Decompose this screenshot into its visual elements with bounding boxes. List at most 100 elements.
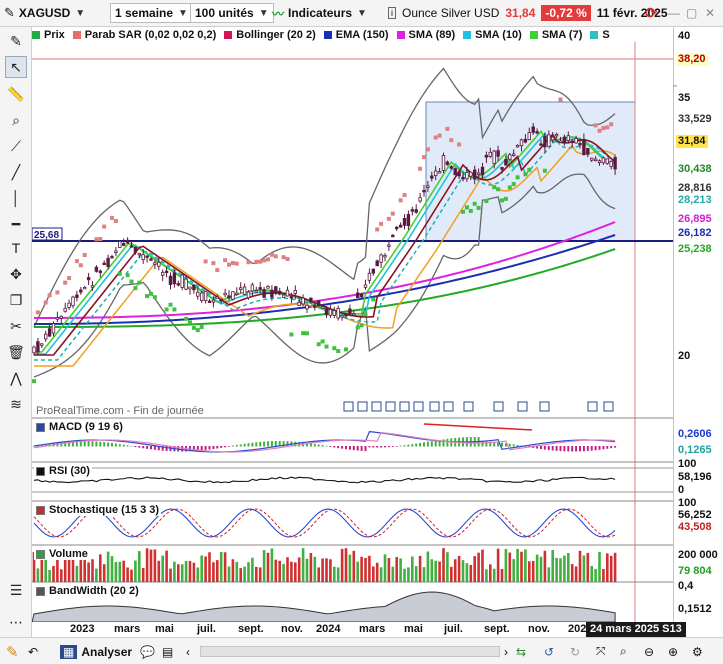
undo-arrow-icon[interactable]: ↺ <box>544 642 554 661</box>
alerts-icon[interactable]: ☰ <box>5 579 27 601</box>
news-event-icon[interactable] <box>463 401 474 412</box>
news-event-icon[interactable] <box>385 401 396 412</box>
zoom-fit-icon[interactable]: ⌕ <box>620 642 627 661</box>
legend-item[interactable]: EMA (150) <box>323 29 389 41</box>
analyze-button[interactable]: ▦ Analyser <box>60 642 132 661</box>
maximize-button[interactable]: ▢ <box>686 3 697 23</box>
horizontal-line-icon[interactable]: ━ <box>5 213 27 235</box>
news-event-icon[interactable] <box>357 401 368 412</box>
time-tick-label: sept. <box>238 623 264 635</box>
candle[interactable] <box>316 300 321 307</box>
news-event-icon[interactable] <box>399 401 410 412</box>
news-event-icon[interactable] <box>429 401 440 412</box>
sar-dot <box>78 263 83 268</box>
volume-bar <box>360 556 363 582</box>
redo-arrow-icon[interactable]: ↻ <box>570 642 580 661</box>
legend-item[interactable]: SMA (89) <box>396 29 455 41</box>
volume-title[interactable]: Volume <box>34 548 90 560</box>
pencil-icon[interactable]: ✎ <box>6 642 19 661</box>
trend-icon[interactable]: ⋀ <box>5 367 27 389</box>
macd-bar <box>360 446 363 451</box>
more-icon[interactable]: ⋯ <box>5 611 27 633</box>
news-event-icon[interactable] <box>413 401 424 412</box>
news-event-icon[interactable] <box>493 401 504 412</box>
volume-bar <box>87 562 90 582</box>
volume-bar <box>563 555 566 582</box>
time-scrollbar[interactable] <box>200 642 500 661</box>
news-event-icon[interactable] <box>517 401 528 412</box>
line-icon[interactable]: ╱ <box>5 161 27 183</box>
macd-signal-line[interactable] <box>33 431 616 453</box>
indicators-button[interactable]: 〰 Indicateurs ▼ <box>272 3 367 23</box>
news-event-icon[interactable] <box>603 401 614 412</box>
sar-dot <box>386 216 391 221</box>
volume-bar <box>180 564 184 582</box>
pen-icon[interactable]: ✎ <box>5 30 27 52</box>
legend-item[interactable]: S <box>590 29 610 41</box>
legend-item[interactable]: SMA (10) <box>463 29 522 41</box>
candle[interactable] <box>281 294 286 298</box>
scroll-left-icon[interactable]: ‹ <box>186 642 190 661</box>
rsi-title[interactable]: RSI (30) <box>34 465 92 477</box>
candle[interactable] <box>180 272 184 291</box>
price-chart[interactable]: 25,68 <box>32 42 673 622</box>
candle[interactable] <box>441 152 446 174</box>
scroll-right-icon[interactable]: › <box>504 642 508 661</box>
news-event-icon[interactable] <box>371 401 382 412</box>
macd-bar <box>134 446 137 448</box>
candle[interactable] <box>605 158 609 165</box>
legend-label: Parab SAR (0,02 0,02 0,2) <box>84 28 217 41</box>
volume-bar <box>383 554 387 582</box>
zoom-out-icon[interactable]: ⊖ <box>644 642 654 661</box>
time-axis[interactable]: 2023 mars mai juil. sept. nov. 2024 mars mai juil… <box>32 622 673 637</box>
volume-bar <box>36 568 40 582</box>
candle[interactable] <box>118 240 122 248</box>
zoom-icon[interactable]: ⌕ <box>5 109 27 131</box>
fibonacci-icon[interactable]: ≋ <box>5 393 27 415</box>
move-icon[interactable]: ✥ <box>5 263 27 285</box>
settings-icon[interactable]: ⚙ <box>692 642 703 661</box>
stoch-title[interactable]: Stochastique (15 3 3) <box>34 504 162 516</box>
candle[interactable] <box>453 167 457 176</box>
ruler-icon[interactable]: 📏 <box>5 83 27 105</box>
legend-item[interactable]: Prix <box>32 29 65 41</box>
symbol-field[interactable]: ✎ XAGUSD ▼ <box>4 3 85 23</box>
macd-trend-line[interactable] <box>423 423 533 431</box>
news-event-icon[interactable] <box>539 401 550 412</box>
chat-icon[interactable]: 💬 <box>140 642 155 661</box>
tools-icon[interactable]: ✂ <box>5 315 27 337</box>
undo-icon[interactable]: ↶ <box>28 642 38 661</box>
rsi-line[interactable] <box>33 476 616 484</box>
price-value-tag: 26,895 <box>676 213 714 226</box>
candle[interactable] <box>231 291 235 301</box>
grid-icon[interactable]: ▤ <box>162 642 173 661</box>
legend-item[interactable]: Bollinger (20 2) <box>224 29 316 41</box>
sar-dot <box>152 295 157 300</box>
volume-bar <box>212 562 215 582</box>
auto-scroll-icon[interactable]: ⇆ <box>516 642 526 661</box>
legend-item[interactable]: Parab SAR (0,02 0,02 0,2) <box>72 28 217 41</box>
top-toolbar: ✎ XAGUSD ▼ 1 semaine ▼ 100 unités ▼ 〰 In… <box>0 0 723 27</box>
text-icon[interactable]: T <box>5 237 27 259</box>
cursor-icon[interactable]: ↖ <box>5 56 27 78</box>
sar-dot <box>492 185 497 190</box>
bandwidth-title[interactable]: BandWidth (20 2) <box>34 585 141 597</box>
macd-title[interactable]: MACD (9 19 6) <box>34 421 125 433</box>
legend-item[interactable]: SMA (7) <box>529 29 582 41</box>
volume-bar <box>169 568 172 582</box>
period-select[interactable]: 1 semaine ▼ <box>110 3 193 23</box>
vertical-line-icon[interactable]: │ <box>5 187 27 209</box>
trash-icon[interactable]: 🗑 <box>5 341 27 363</box>
news-event-icon[interactable] <box>443 401 454 412</box>
units-select[interactable]: 100 unités ▼ <box>190 3 274 23</box>
news-event-icon[interactable] <box>587 401 598 412</box>
segment-icon[interactable]: ⟋ <box>5 135 27 157</box>
news-event-icon[interactable] <box>343 401 354 412</box>
close-button[interactable]: ✕ <box>705 3 715 23</box>
zoom-in-icon[interactable]: ⊕ <box>668 642 678 661</box>
crosshair-icon[interactable]: ⤧ <box>596 642 606 661</box>
minimize-button[interactable]: — <box>668 3 680 23</box>
volume-bar <box>95 568 98 582</box>
copy-icon[interactable]: ❐ <box>5 289 27 311</box>
refresh-icon[interactable]: ⟳ <box>645 3 658 23</box>
